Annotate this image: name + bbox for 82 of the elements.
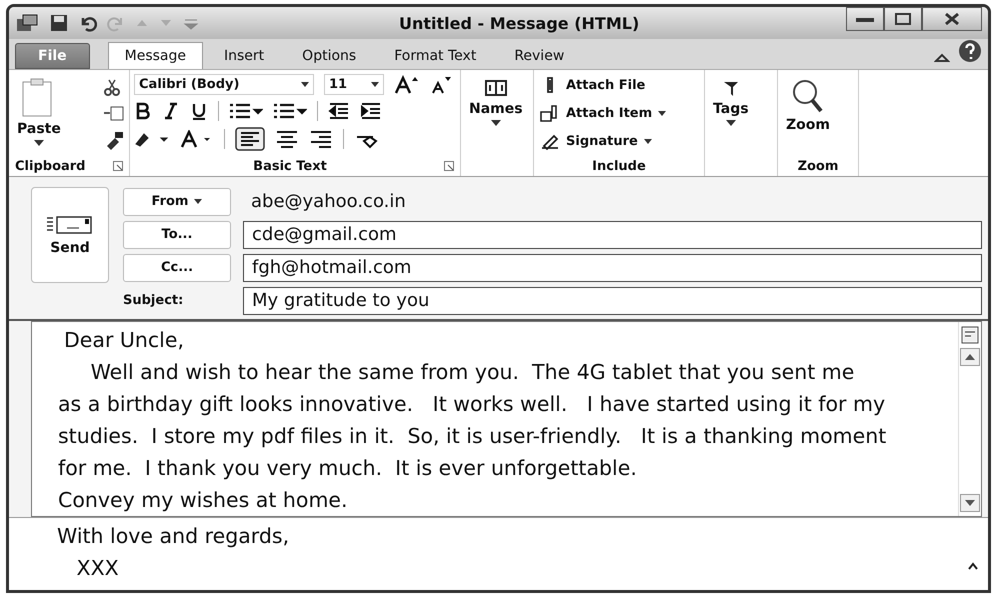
group-label: Include — [591, 158, 647, 174]
dialog-launcher-icon[interactable] — [444, 161, 454, 171]
address-book-icon — [484, 78, 508, 98]
dialog-launcher-icon[interactable] — [113, 161, 123, 171]
body-text-line: as a birthday gift looks innovative. It works well. I have started using it for my — [58, 391, 886, 418]
close-button[interactable] — [922, 7, 982, 31]
attach-file-button[interactable]: Attach File — [538, 74, 700, 96]
to-field[interactable]: cde@gmail.com — [243, 220, 982, 248]
copy-icon[interactable] — [103, 104, 125, 122]
undo-icon[interactable] — [79, 14, 97, 32]
caret-icon — [301, 82, 309, 87]
body-text-line: Dear Uncle, — [63, 327, 185, 354]
up-arrow-icon — [965, 354, 975, 360]
decrease-indent-icon[interactable] — [328, 102, 350, 120]
scroll-up-button[interactable] — [960, 348, 980, 366]
scroll-down-button[interactable] — [960, 494, 980, 512]
align-right-icon[interactable] — [309, 129, 333, 149]
bullets-icon[interactable] — [229, 102, 263, 120]
attachment-icon — [540, 104, 560, 122]
subject-field[interactable]: My gratitude to you — [243, 286, 982, 314]
expand-icon[interactable] — [968, 562, 978, 570]
collapse-ribbon-icon[interactable] — [934, 53, 950, 63]
minimize-icon — [856, 15, 874, 23]
message-body[interactable] — [31, 321, 982, 517]
caret-icon — [644, 138, 652, 144]
body-text-line: for me. I thank you very much. It is ever unforgettable. — [58, 455, 638, 482]
increase-indent-icon[interactable] — [360, 102, 382, 120]
body-text-line: With love and regards, — [57, 523, 290, 550]
align-left-icon[interactable] — [235, 127, 265, 151]
help-icon[interactable] — [958, 39, 982, 63]
from-address: abe@yahoo.co.in — [250, 191, 406, 212]
bold-icon[interactable] — [134, 102, 152, 120]
grow-font-icon[interactable] — [394, 74, 420, 94]
close-icon — [944, 12, 960, 26]
ribbon-tab[interactable]: Format Text — [377, 42, 494, 69]
caret-icon — [371, 82, 379, 87]
caret-icon — [194, 199, 202, 204]
names-button[interactable]: Names — [465, 74, 527, 152]
ribbon-tab[interactable]: Message — [108, 42, 204, 69]
group-label: Clipboard — [15, 158, 86, 174]
caret-icon — [490, 120, 501, 126]
down-arrow-icon — [965, 500, 975, 506]
signature-button[interactable]: Signature — [538, 130, 700, 152]
group-label: Zoom — [796, 158, 840, 174]
shrink-font-icon[interactable] — [430, 74, 452, 94]
body-text-line: Convey my wishes at home. — [58, 487, 349, 514]
zoom-button[interactable]: Zoom — [782, 74, 834, 152]
attach-item-button[interactable]: Attach Item — [538, 102, 700, 124]
italic-icon[interactable] — [162, 102, 180, 120]
ribbon-tab[interactable]: Options — [285, 42, 374, 69]
subject-label: Subject: — [123, 293, 184, 308]
maximize-icon — [895, 13, 911, 25]
caret-icon — [658, 110, 666, 116]
ribbon-tab[interactable]: Insert — [207, 42, 282, 69]
cc-button[interactable]: Cc... — [123, 254, 231, 282]
ribbon-tab[interactable]: Review — [497, 42, 582, 69]
paste-button[interactable]: Paste — [13, 74, 65, 152]
caret-icon — [726, 120, 736, 126]
cc-field[interactable]: fgh@hotmail.com — [243, 254, 982, 282]
body-text-line: XXX — [76, 555, 120, 582]
send-button[interactable]: Send — [31, 187, 109, 283]
tags-button[interactable]: Tags — [709, 74, 753, 152]
pen-icon — [540, 132, 560, 150]
body-text-line: Well and wish to hear the same from you. The 4G tablet that you sent me — [90, 359, 856, 386]
numbering-icon[interactable] — [273, 102, 307, 120]
font-size-dropdown[interactable]: 11 — [324, 74, 384, 95]
window-title: Untitled - Message (HTML) — [398, 14, 640, 32]
magnifier-icon — [790, 78, 825, 114]
cut-icon[interactable] — [103, 78, 121, 96]
file-tab[interactable]: File — [15, 43, 90, 69]
envelope-icon — [45, 214, 95, 236]
maximize-button[interactable] — [884, 7, 922, 31]
to-button[interactable]: To... — [123, 220, 231, 248]
caret-icon — [34, 140, 44, 146]
minimize-button[interactable] — [846, 7, 884, 31]
group-label: Basic Text — [252, 158, 328, 174]
align-center-icon[interactable] — [275, 129, 299, 149]
underline-icon[interactable] — [190, 102, 208, 120]
save-icon[interactable] — [49, 13, 69, 33]
from-button[interactable]: From — [123, 188, 231, 216]
body-text-line: studies. I store my pdf files in it. So, it is user-friendly. It is a thanking moment — [58, 423, 888, 450]
font-name-dropdown[interactable]: Calibri (Body) — [134, 74, 314, 95]
